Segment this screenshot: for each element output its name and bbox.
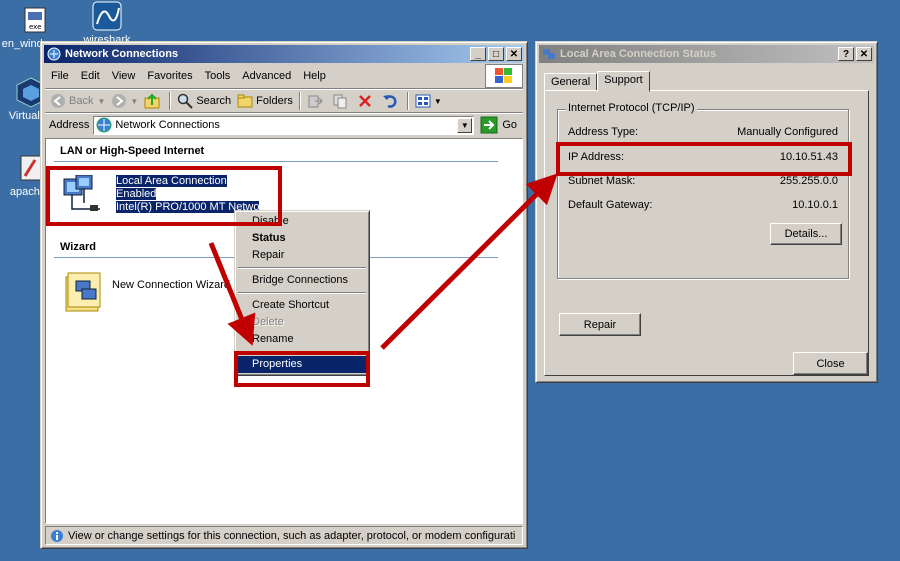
undo-icon [382,93,398,109]
address-dropdown-button[interactable]: ▼ [457,117,473,133]
back-arrow-icon [50,93,66,109]
menu-edit[interactable]: Edit [75,70,106,82]
subnet-mask-row: Subnet Mask: 255.255.0.0 [568,175,838,189]
maximize-button[interactable]: □ [488,47,504,61]
subnet-mask-label: Subnet Mask: [568,175,636,187]
menu-bar: File Edit View Favorites Tools Advanced … [45,66,523,86]
back-button[interactable]: Back ▼ [47,91,108,111]
menu-favorites[interactable]: Favorites [141,70,198,82]
go-label: Go [502,119,517,131]
menu-item-status[interactable]: Status [237,230,367,247]
menu-separator [238,292,366,294]
undo-button[interactable] [379,91,404,111]
address-type-label: Address Type: [568,126,639,138]
menu-item-create-shortcut[interactable]: Create Shortcut [237,297,367,314]
annotation-box-properties [234,351,370,387]
network-folder-icon [47,47,61,61]
menu-item-delete: Delete [252,316,284,328]
back-label: Back [69,95,94,107]
menu-view[interactable]: View [106,70,142,82]
folders-label: Folders [256,95,293,107]
minimize-button[interactable]: _ [470,47,486,61]
repair-button[interactable]: Repair [559,313,641,336]
folders-button[interactable]: Folders [234,91,296,111]
search-button[interactable]: Search [174,91,234,111]
desktop-icon-wireshark[interactable]: wireshark [72,0,142,46]
wizard-group-title: Wizard [60,241,96,253]
menu-file[interactable]: File [45,70,75,82]
toolbar-separator [169,92,172,110]
forward-arrow-icon [111,93,127,109]
address-value: Network Connections [115,119,220,131]
status-bar-text: View or change settings for this connect… [68,529,516,542]
toolbar-separator [298,92,301,110]
dialog-title: Local Area Connection Status [560,48,717,60]
move-to-button[interactable] [304,91,329,111]
go-button[interactable]: Go [474,116,523,134]
default-gateway-label: Default Gateway: [568,199,653,211]
default-gateway-value: 10.10.0.1 [792,199,838,211]
installer-icon: exe [19,4,51,36]
svg-text:exe: exe [29,23,41,31]
address-input[interactable]: Network Connections ▼ [93,115,475,135]
window-titlebar[interactable]: Network Connections _ □ ✕ [44,45,524,63]
menu-item-rename[interactable]: Rename [237,331,367,348]
wireshark-icon [91,0,123,32]
close-dialog-button[interactable]: Close [793,352,868,375]
details-button[interactable]: Details... [770,223,842,245]
support-tab-panel: Internet Protocol (TCP/IP) Address Type:… [544,90,869,376]
window-title: Network Connections [65,48,179,60]
go-arrow-icon [480,116,498,134]
wizard-item-name: New Connection Wizard [112,279,230,291]
network-folder-icon [96,117,112,133]
delete-x-icon [357,93,373,109]
move-to-icon [307,93,323,109]
lan-group-title: LAN or High-Speed Internet [60,145,205,157]
new-connection-wizard-item[interactable]: New Connection Wizard [62,271,230,312]
help-button[interactable]: ? [838,47,854,61]
address-type-value: Manually Configured [737,126,838,138]
menu-advanced[interactable]: Advanced [236,70,297,82]
toolbar-separator [406,92,409,110]
up-folder-icon [144,93,160,109]
menu-separator [238,267,366,269]
standard-toolbar: Back ▼ ▼ Search Folders ▼ [47,90,523,112]
folders-icon [237,93,253,109]
menu-item-repair[interactable]: Repair [237,247,367,264]
address-label: Address [49,119,90,131]
default-gateway-row: Default Gateway: 10.10.0.1 [568,199,838,213]
info-icon [50,529,64,543]
delete-button[interactable] [354,91,379,111]
tcpip-groupbox: Internet Protocol (TCP/IP) Address Type:… [557,102,849,279]
copy-to-icon [332,93,348,109]
menu-tools[interactable]: Tools [199,70,237,82]
status-bar: View or change settings for this connect… [45,526,523,545]
copy-to-button[interactable] [329,91,354,111]
annotation-box-ip-address [556,142,852,176]
tab-support[interactable]: Support [597,71,650,92]
connection-status-dialog: Local Area Connection Status ? ✕ General… [535,41,878,383]
groupbox-title: Internet Protocol (TCP/IP) [566,102,697,114]
windows-logo-icon [485,64,523,88]
subnet-mask-value: 255.255.0.0 [779,175,838,187]
address-type-row: Address Type: Manually Configured [568,126,838,140]
lan-connection-icon [542,47,556,61]
connection-wizard-icon [62,271,102,312]
menu-help[interactable]: Help [297,70,332,82]
search-label: Search [196,95,232,107]
dialog-tabs: General Support [544,70,650,92]
annotation-box-lan-connection [46,166,282,226]
menu-item-bridge-connections[interactable]: Bridge Connections [237,272,367,289]
forward-button[interactable]: ▼ [108,91,141,111]
dialog-close-button[interactable]: ✕ [856,47,872,61]
close-button[interactable]: ✕ [506,47,522,61]
tab-general[interactable]: General [544,73,598,91]
search-icon [177,93,194,109]
address-bar: Address Network Connections ▼ Go [45,114,523,136]
group-divider [54,161,498,162]
views-button[interactable]: ▼ [412,91,445,111]
up-folder-button[interactable] [141,91,166,111]
dialog-titlebar[interactable]: Local Area Connection Status ? ✕ [539,45,874,63]
views-icon [415,93,431,109]
